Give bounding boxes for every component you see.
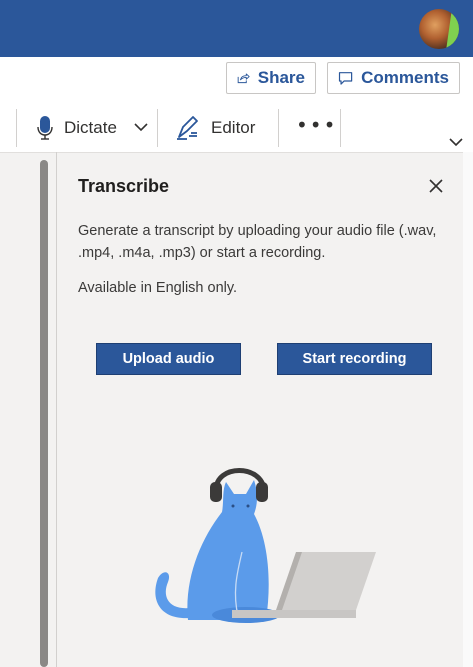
document-scrollbar[interactable] [40,160,48,667]
editor-pen-icon [177,116,198,140]
pane-divider [56,152,57,667]
microphone-icon [37,116,53,140]
cat-with-laptop-illustration [155,468,376,623]
comments-label: Comments [361,68,449,87]
user-avatar[interactable] [419,9,459,49]
ribbon-separator [157,109,158,147]
share-icon [237,73,250,84]
pane-title: Transcribe [78,176,170,196]
dictate-label: Dictate [64,118,117,137]
start-recording-button[interactable]: Start recording [277,343,432,375]
comment-icon [338,72,353,85]
dictate-button[interactable]: Dictate [36,110,117,146]
title-bar [0,0,473,57]
comments-button[interactable]: Comments [327,62,460,94]
upload-audio-button[interactable]: Upload audio [96,343,241,375]
editor-label: Editor [211,118,256,137]
share-button[interactable]: Share [226,62,316,94]
more-options-button[interactable]: ••• [296,115,335,141]
availability-note: Available in English only. [78,280,238,296]
chevron-down-icon[interactable] [134,122,148,132]
ribbon-separator [340,109,341,147]
ribbon-separator [278,109,279,147]
editor-button[interactable]: Editor [175,110,255,146]
pane-scroll-gutter [463,152,473,667]
pane-description: Generate a transcript by uploading your … [78,223,437,261]
ribbon-separator [16,109,17,147]
collapse-ribbon-chevron-icon[interactable] [449,137,463,147]
close-icon[interactable] [427,177,445,195]
share-label: Share [257,68,305,87]
